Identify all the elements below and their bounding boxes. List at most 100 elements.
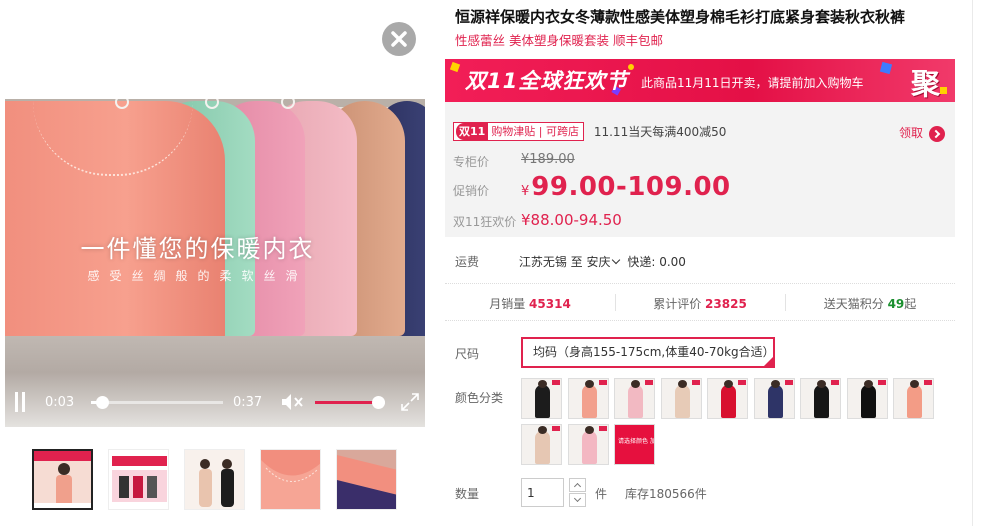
claim-label: 领取 — [898, 126, 923, 140]
swatch-brand-tag — [784, 380, 793, 385]
swatch-brand-tag — [691, 380, 700, 385]
coupon-description: 11.11当天每满400减50 — [593, 125, 727, 139]
color-swatch-special[interactable]: 请选择颜色 加入购物车即可 — [614, 424, 655, 465]
thumbnail-image — [109, 450, 168, 509]
color-swatch[interactable] — [567, 424, 609, 465]
swatch-model — [721, 385, 736, 418]
volume-level — [315, 401, 378, 404]
swatch-model-head — [631, 380, 640, 388]
swatch-brand-tag — [552, 426, 560, 431]
swatch-model-head — [584, 426, 594, 434]
seek-bar[interactable] — [91, 396, 223, 409]
swatch-model-head — [677, 380, 687, 388]
pause-icon[interactable] — [14, 392, 26, 412]
color-swatch[interactable] — [707, 378, 748, 419]
check-icon: ✓ — [767, 350, 773, 357]
lace-neckline — [33, 101, 193, 176]
product-stats: 月销量 45314 累计评价 23825 送天猫积分 49起 — [445, 283, 955, 321]
promo-price-value: 99.00-109.00 — [531, 172, 731, 202]
quantity-unit: 件 — [595, 487, 608, 501]
thumbnail[interactable] — [184, 449, 245, 510]
mute-icon[interactable] — [281, 392, 305, 412]
thumbnail[interactable] — [32, 449, 93, 510]
price-panel: 双11 购物津贴 | 可跨店 11.11当天每满400减50 领取 专柜价 ¥18… — [445, 102, 955, 237]
currency-symbol: ¥ — [521, 184, 530, 199]
thumbnail-image — [34, 451, 91, 508]
double11-badge: 双11 — [456, 123, 489, 140]
double11-banner: 双11全球狂欢节 此商品11月11日开卖，请提前加入购物车 聚 — [445, 59, 955, 102]
points-value: 49 — [887, 297, 905, 311]
monthly-sales: 月销量 45314 — [445, 295, 615, 312]
tmall-points: 送天猫积分 49起 — [785, 295, 955, 312]
color-swatch[interactable] — [521, 424, 562, 465]
shipping-label: 运费 — [455, 255, 480, 269]
swatch-model — [535, 431, 550, 464]
video-overlay-title: 一件懂您的保暖内衣 — [80, 235, 315, 263]
thumbnail[interactable] — [260, 449, 321, 510]
total-reviews[interactable]: 累计评价 23825 — [615, 295, 785, 312]
points-suffix: 起 — [904, 297, 917, 311]
product-video[interactable]: 一件懂您的保暖内衣 感受丝绸般的柔软丝滑 0:03 0:37 — [5, 99, 425, 427]
video-frame: 一件懂您的保暖内衣 感受丝绸般的柔软丝滑 — [5, 99, 425, 336]
color-swatch[interactable] — [846, 378, 888, 419]
thumbnail-image — [185, 450, 244, 509]
quantity-input[interactable] — [521, 478, 564, 507]
size-option-text: 均码（身高155-175cm,体重40-70kg合适） — [533, 345, 775, 359]
swatch-brand-tag — [831, 380, 839, 385]
color-swatch[interactable] — [521, 378, 562, 419]
banner-notice: 此商品11月11日开卖，请提前加入购物车 — [641, 76, 864, 90]
video-controls: 0:03 0:37 — [5, 336, 425, 427]
color-swatch[interactable] — [567, 378, 609, 419]
swatch-model — [860, 385, 876, 418]
swatch-brand-tag — [877, 380, 886, 385]
swatch-model-head — [724, 380, 733, 388]
product-subtitle: 性感蕾丝 美体塑身保暖套装 顺丰包邮 — [455, 33, 663, 48]
quantity-label: 数量 — [455, 487, 480, 501]
color-swatch[interactable] — [660, 378, 702, 419]
color-swatch[interactable] — [800, 378, 841, 419]
total-time: 0:37 — [233, 395, 263, 410]
swatch-model-head — [538, 426, 547, 434]
swatch-brand-tag — [924, 380, 932, 385]
stock-count: 库存180566件 — [625, 487, 707, 501]
thumbnail[interactable] — [108, 449, 169, 510]
swatch-model-head — [910, 380, 919, 388]
thumbnail-image — [261, 450, 320, 509]
volume-slider[interactable] — [315, 396, 385, 409]
close-icon — [391, 31, 407, 47]
color-swatch[interactable] — [753, 378, 795, 419]
claim-coupon-link[interactable]: 领取 — [899, 124, 945, 142]
size-option-selected[interactable]: 均码（身高155-175cm,体重40-70kg合适） ✓ — [521, 337, 775, 368]
shopping-allowance-tag[interactable]: 双11 购物津贴 | 可跨店 — [453, 122, 585, 141]
seek-handle[interactable] — [95, 396, 109, 409]
fullscreen-icon[interactable] — [400, 392, 420, 412]
swatch-brand-tag — [645, 380, 653, 385]
quantity-increase-button[interactable] — [569, 478, 586, 492]
color-options: 请选择颜色 加入购物车即可 — [521, 378, 941, 468]
reviews-value: 23825 — [705, 297, 747, 311]
reviews-label: 累计评价 — [653, 297, 702, 311]
thumbnail[interactable] — [336, 449, 397, 510]
shipping-fee: 快递: 0.00 — [627, 255, 686, 269]
monthly-sales-label: 月销量 — [489, 297, 526, 311]
points-label: 送天猫积分 — [823, 297, 884, 311]
double11-price: ¥88.00-94.50 — [521, 211, 622, 229]
close-video-button[interactable] — [382, 22, 416, 56]
swatch-brand-tag — [598, 380, 607, 385]
color-swatch[interactable] — [614, 378, 655, 419]
product-title: 恒源祥保暖内衣女冬薄款性感美体塑身棉毛衫打底紧身套装秋衣秋裤 — [455, 8, 906, 26]
swatch-model — [674, 385, 690, 418]
volume-handle[interactable] — [372, 396, 385, 409]
color-swatch[interactable] — [893, 378, 934, 419]
chevron-right-icon — [929, 125, 945, 142]
shipping-row: 运费 江苏无锡 至 安庆 快递: 0.00 — [455, 253, 686, 270]
quantity-decrease-button[interactable] — [569, 493, 586, 507]
monthly-sales-value: 45314 — [529, 297, 571, 311]
current-time: 0:03 — [45, 395, 75, 410]
destination-select[interactable]: 安庆 — [587, 255, 624, 269]
thumbnail-image — [337, 450, 396, 509]
coupon-row: 双11 购物津贴 | 可跨店 11.11当天每满400减50 — [453, 122, 726, 142]
promo-price: ¥99.00-109.00 — [521, 172, 731, 202]
swatch-brand-tag — [552, 380, 560, 385]
special-swatch-text: 请选择颜色 加入购物车即可 — [618, 438, 654, 445]
